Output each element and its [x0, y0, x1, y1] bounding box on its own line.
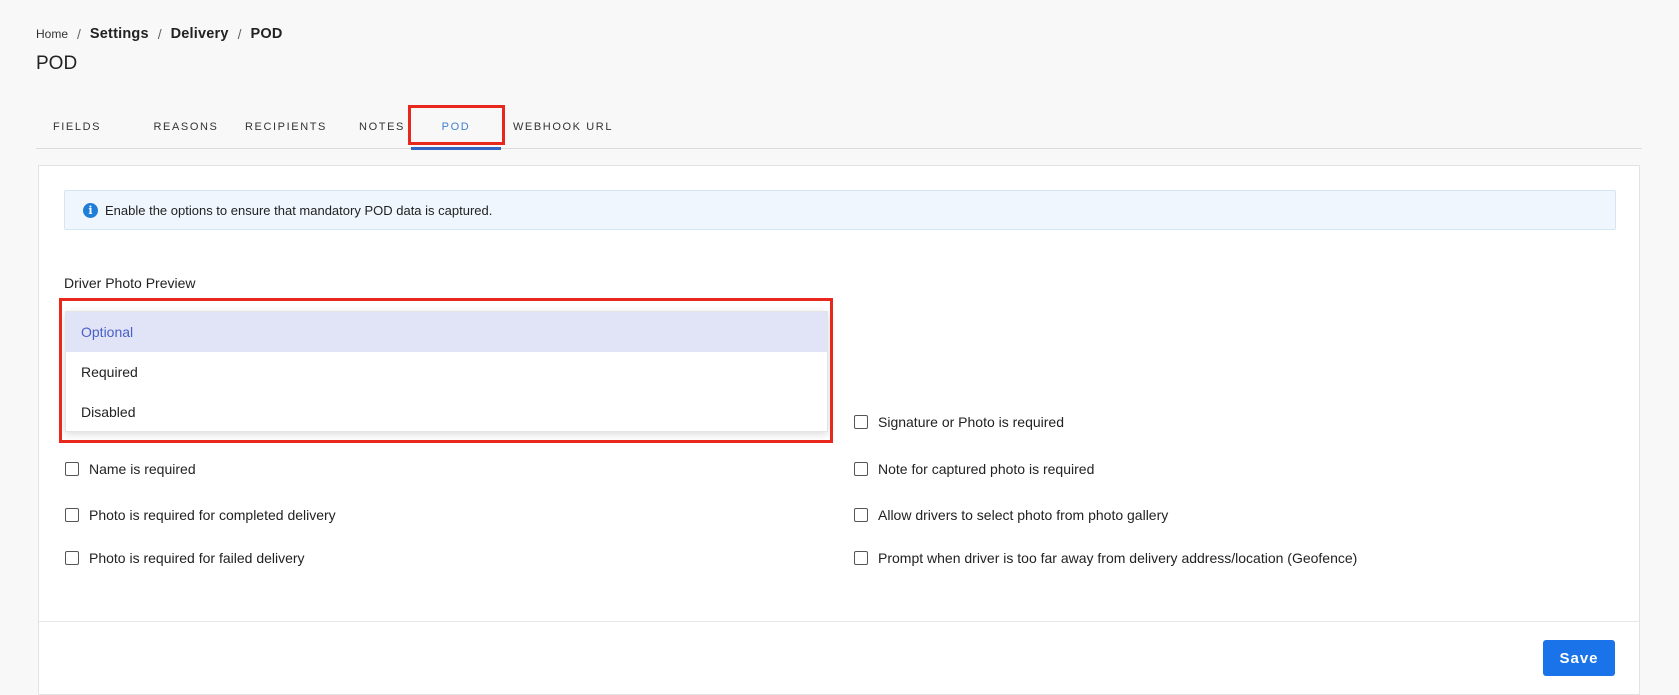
note-for-photo-checkbox[interactable]	[854, 462, 868, 476]
name-required-checkbox[interactable]	[65, 462, 79, 476]
geofence-checkbox[interactable]	[854, 551, 868, 565]
signature-or-photo-checkbox[interactable]	[854, 415, 868, 429]
geofence-row: Prompt when driver is too far away from …	[854, 550, 1357, 566]
breadcrumb-current: POD	[250, 26, 283, 42]
geofence-label: Prompt when driver is too far away from …	[878, 550, 1358, 566]
signature-or-photo-label: Signature or Photo is required	[878, 414, 1064, 430]
info-banner-text: Enable the options to ensure that mandat…	[105, 202, 493, 218]
breadcrumb-settings-link[interactable]: Settings	[90, 26, 149, 42]
tab-pod[interactable]: POD	[411, 104, 501, 150]
info-banner: i Enable the options to ensure that mand…	[64, 190, 1616, 230]
dropdown-option-optional[interactable]: Optional	[66, 312, 827, 352]
info-icon: i	[83, 202, 98, 218]
photo-failed-label: Photo is required for failed delivery	[89, 550, 305, 566]
driver-photo-preview-label: Driver Photo Preview	[64, 275, 196, 291]
tab-webhook-url[interactable]: WEBHOOK URL	[509, 104, 617, 149]
name-required-row: Name is required	[65, 461, 196, 477]
photo-failed-row: Photo is required for failed delivery	[65, 550, 305, 566]
driver-photo-preview-dropdown[interactable]: Optional Required Disabled	[65, 311, 828, 432]
photo-failed-checkbox[interactable]	[65, 551, 79, 565]
allow-gallery-row: Allow drivers to select photo from photo…	[854, 507, 1168, 523]
pod-settings-card: i Enable the options to ensure that mand…	[38, 165, 1640, 695]
note-for-photo-row: Note for captured photo is required	[854, 461, 1094, 477]
tab-bar: FIELDS REASONS RECIPIENTS NOTES POD WEBH…	[36, 104, 1642, 150]
dropdown-option-disabled[interactable]: Disabled	[66, 392, 827, 432]
name-required-label: Name is required	[89, 461, 196, 477]
photo-completed-label: Photo is required for completed delivery	[89, 507, 336, 523]
signature-or-photo-row: Signature or Photo is required	[854, 414, 1064, 430]
dropdown-option-required[interactable]: Required	[66, 352, 827, 392]
breadcrumb-separator: /	[237, 26, 242, 42]
page-title: POD	[36, 53, 78, 74]
photo-completed-checkbox[interactable]	[65, 508, 79, 522]
save-button[interactable]: Save	[1543, 640, 1615, 676]
allow-gallery-label: Allow drivers to select photo from photo…	[878, 507, 1169, 523]
breadcrumb-separator: /	[77, 26, 81, 42]
breadcrumb-separator: /	[157, 26, 162, 42]
breadcrumb-delivery-link[interactable]: Delivery	[171, 26, 229, 42]
breadcrumb-home-link[interactable]: Home	[36, 27, 68, 41]
tab-reasons[interactable]: REASONS	[134, 104, 238, 149]
photo-completed-row: Photo is required for completed delivery	[65, 507, 336, 523]
tab-fields[interactable]: FIELDS	[36, 104, 118, 149]
card-footer-divider	[39, 621, 1639, 622]
tab-recipients[interactable]: RECIPIENTS	[226, 104, 346, 149]
note-for-photo-label: Note for captured photo is required	[878, 461, 1095, 477]
breadcrumb: Home / Settings / Delivery / POD	[36, 26, 283, 42]
allow-gallery-checkbox[interactable]	[854, 508, 868, 522]
